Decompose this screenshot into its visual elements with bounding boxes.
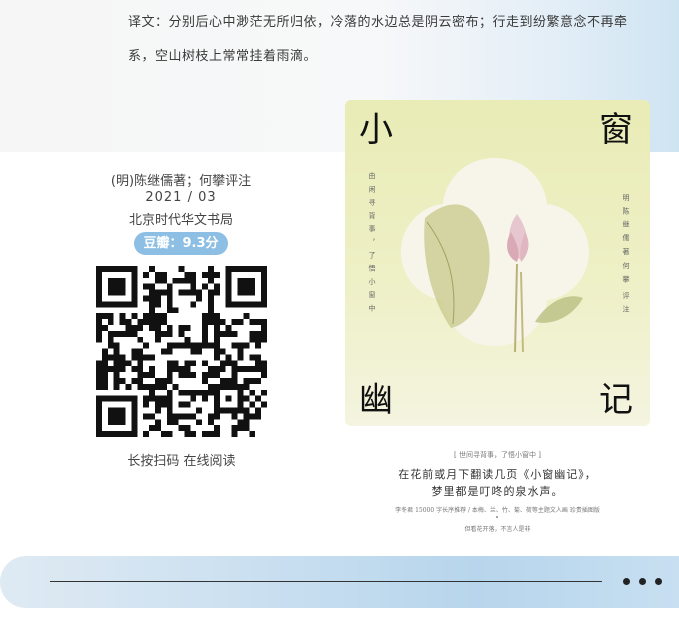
cover-description-line-1: 李冬君 15000 字长序推荐 / 本梅、兰、竹、菊、荷等主题文人画 珍贵插图版 — [395, 507, 600, 514]
cover-slogan-line-1: 在花前或月下翻读几页《小窗幽记》， — [398, 468, 597, 481]
cover-vertical-pingzhu: 评 注 — [622, 292, 630, 315]
publisher: 北京时代华文书局 — [128, 213, 233, 228]
scan-hint: 长按扫码 在线阅读 — [127, 454, 236, 469]
douban-rating-badge: 豆瓣：9.3分 — [134, 232, 228, 255]
dot-decoration-1 — [623, 578, 630, 585]
cover-char-chuang: 窗 — [599, 110, 633, 150]
cover-char-ji: 记 — [599, 380, 633, 420]
book-author: (明)陈继儒著；何攀评注 — [110, 174, 252, 189]
publish-date: 2021 / 03 — [145, 190, 217, 205]
divider-line — [50, 581, 602, 582]
cover-vertical-zhu: 著 — [622, 248, 630, 257]
lotus-illustration — [401, 158, 589, 352]
bottom-background-band — [0, 556, 679, 608]
qr-code[interactable] — [96, 266, 267, 437]
cover-slogan-line-2: 梦里都是叮咚的泉水声。 — [431, 485, 564, 498]
cover-vertical-author: 明 陈 继 儒 — [622, 194, 630, 243]
translation-text: 译文：分别后心中渺茫无所归依，冷落的水边总是阴云密布；行走到纷繁意念不再牵系，空… — [128, 15, 628, 64]
separator-dot — [496, 516, 498, 518]
book-cover[interactable]: 小 窗 幽 记 由 闲 寻 背 事 ， 了 悟 小 窗 中 明 陈 继 儒 著 … — [345, 100, 650, 426]
cover-vertical-motto: 由 闲 寻 背 事 ， 了 悟 小 窗 中 — [368, 172, 376, 314]
cover-char-you: 幽 — [359, 380, 393, 420]
cover-tagline: [ 世间寻背事，了悟小窗中 ] — [454, 451, 541, 459]
cover-char-xiao: 小 — [359, 110, 393, 150]
dot-decoration-2 — [639, 578, 646, 585]
cover-vertical-commentator: 何 攀 — [622, 262, 630, 285]
cover-description-line-2: 但看花开落，不言人是非 — [464, 526, 531, 533]
dot-decoration-3 — [655, 578, 662, 585]
